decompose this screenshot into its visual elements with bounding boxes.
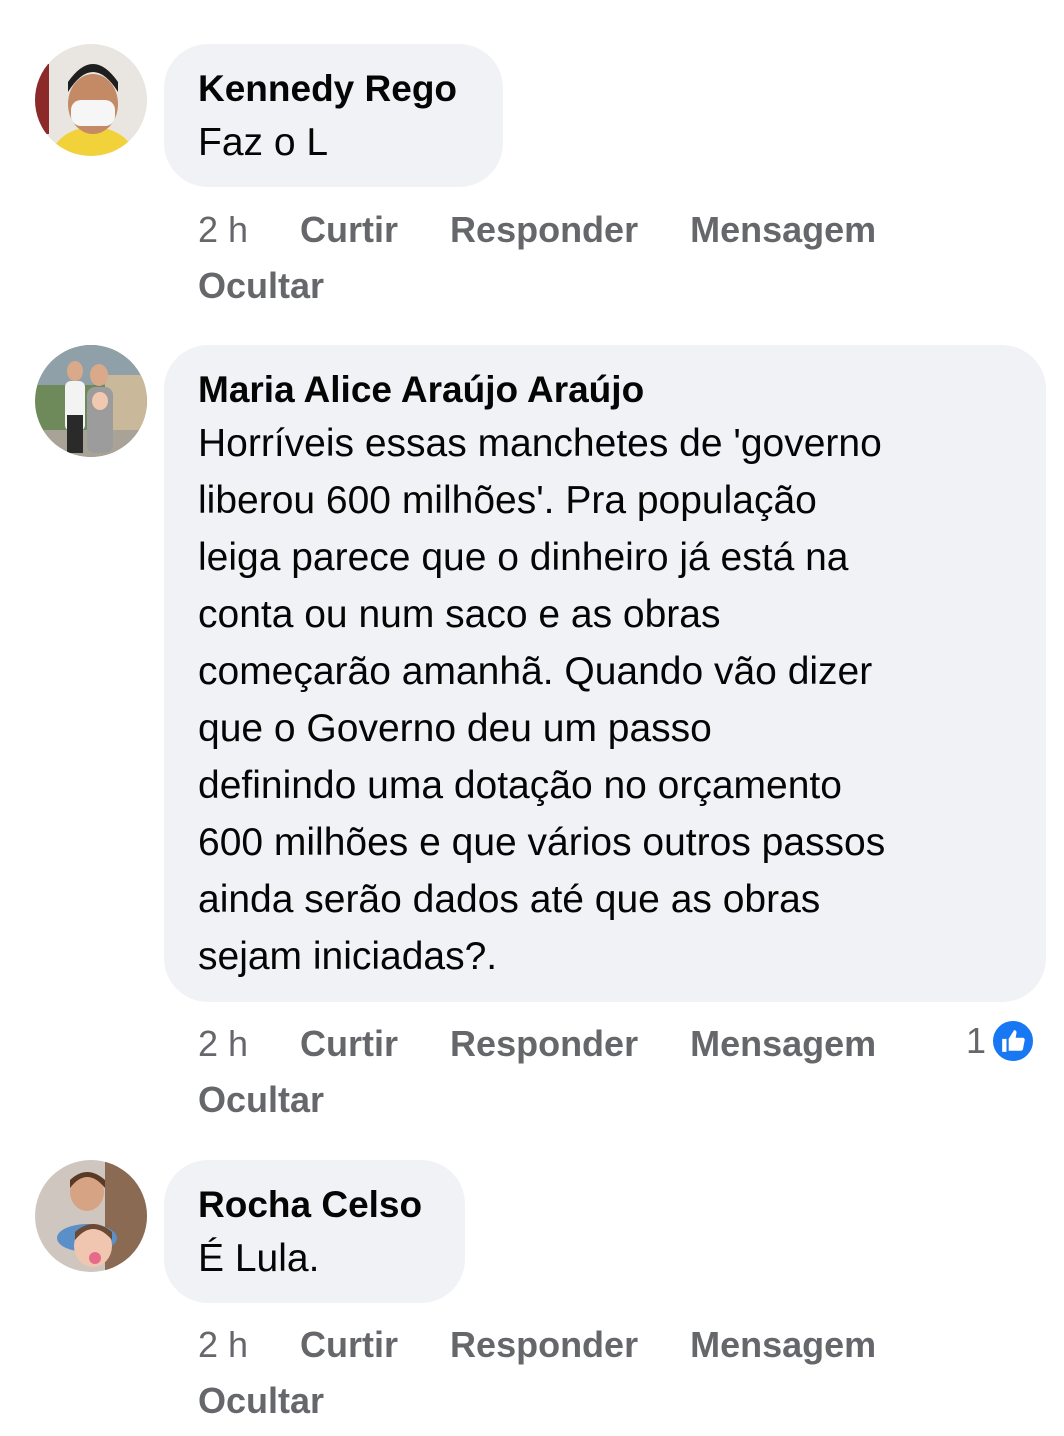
reply-button[interactable]: Responder (450, 1317, 638, 1373)
comment-bubble: Rocha Celso É Lula. (164, 1160, 465, 1303)
comment-text: É Lula. (198, 1237, 320, 1280)
like-button[interactable]: Curtir (300, 1317, 398, 1373)
avatar[interactable] (35, 1160, 147, 1272)
comment-actions: 2 h Curtir Responder Mensagem Ocultar (198, 1317, 958, 1429)
comment-time[interactable]: 2 h (198, 1317, 248, 1373)
comment: Rocha Celso É Lula. 2 h Curtir Responder Me… (0, 0, 1064, 1436)
message-button[interactable]: Mensagem (690, 1317, 876, 1373)
comment-author[interactable]: Rocha Celso (198, 1180, 431, 1230)
hide-button[interactable]: Ocultar (198, 1373, 324, 1429)
avatar-image (35, 1160, 147, 1272)
